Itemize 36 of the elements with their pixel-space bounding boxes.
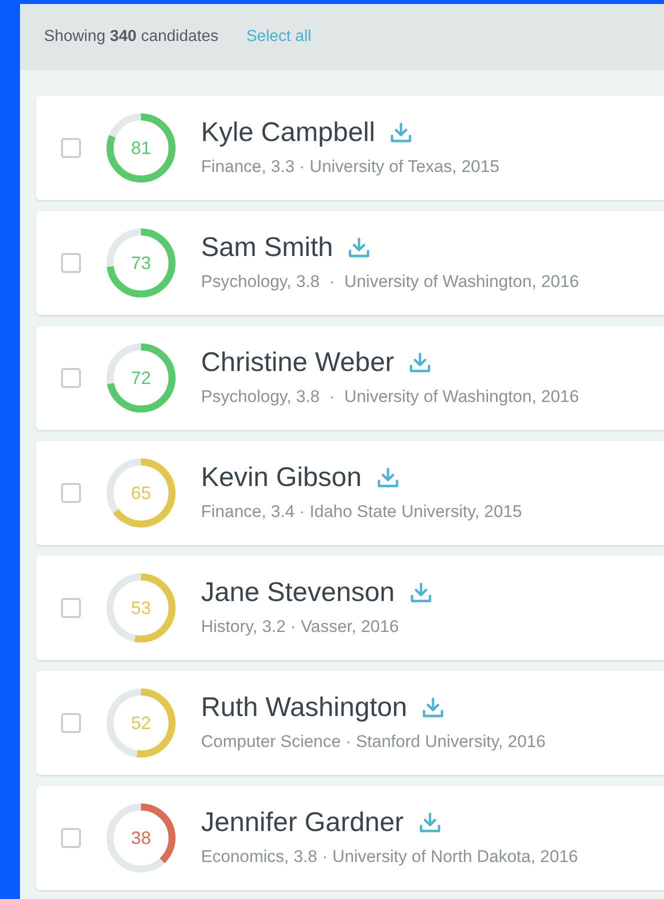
- candidate-name[interactable]: Jane Stevenson: [201, 576, 395, 610]
- score: 38: [130, 826, 152, 850]
- candidate-card[interactable]: 38 Jennifer Gardner Economics, 3.8 · University of North Dakota, 2016: [36, 786, 664, 890]
- score: 72: [130, 366, 152, 390]
- candidate-count: Showing 340 candidates: [44, 27, 218, 47]
- candidate-card[interactable]: 81 Kyle Campbell Finance, 3.3 · University of Texas, 2015: [36, 96, 664, 200]
- candidate-name[interactable]: Christine Weber: [201, 346, 394, 380]
- candidate-details: Psychology, 3.8 · University of Washington, 2016: [201, 386, 579, 408]
- candidate-card[interactable]: 53 Jane Stevenson History, 3.2 · Vasser, 2016: [36, 556, 664, 660]
- candidate-details: History, 3.2 · Vasser, 2016: [201, 616, 400, 638]
- candidate-details: Economics, 3.8 · University of North Dakota, 2016: [201, 846, 578, 868]
- candidate-name[interactable]: Ruth Washington: [201, 691, 408, 726]
- checkbox[interactable]: [61, 828, 81, 848]
- candidate-name[interactable]: Jennifer Gardner: [201, 806, 404, 840]
- checkbox[interactable]: [61, 138, 81, 158]
- candidate-card[interactable]: 73 Sam Smith Psychology, 3.8 · University of Washington, 2016: [36, 211, 664, 315]
- candidate-name[interactable]: Sam Smith: [201, 231, 334, 266]
- score: 81: [130, 136, 152, 160]
- score: 73: [130, 252, 152, 274]
- candidate-card[interactable]: 52 Ruth Washington Computer Science · Stanford University, 2016: [36, 671, 664, 775]
- score: 53: [130, 596, 152, 620]
- candidate-details: Finance, 3.3 · University of Texas, 2015: [201, 156, 500, 178]
- checkbox[interactable]: [61, 368, 81, 388]
- checkbox[interactable]: [61, 598, 81, 618]
- candidate-details: Finance, 3.4 · Idaho State University, 2015: [201, 501, 522, 524]
- checkbox[interactable]: [61, 253, 81, 273]
- candidate-name[interactable]: Kevin Gibson: [201, 461, 362, 496]
- score: 52: [130, 712, 152, 734]
- candidate-details: Computer Science · Stanford University, 2016: [201, 731, 546, 754]
- candidate-card[interactable]: 72 Christine Weber Psychology, 3.8 · University of Washington, 2016: [36, 326, 664, 430]
- checkbox[interactable]: [61, 713, 81, 733]
- candidate-card[interactable]: 65 Kevin Gibson Finance, 3.4 · Idaho State University, 2015: [36, 441, 664, 545]
- candidate-details: Psychology, 3.8 · University of Washington, 2016: [201, 271, 579, 294]
- candidate-name[interactable]: Kyle Campbell: [201, 116, 376, 150]
- checkbox[interactable]: [61, 483, 81, 503]
- score: 65: [130, 482, 152, 504]
